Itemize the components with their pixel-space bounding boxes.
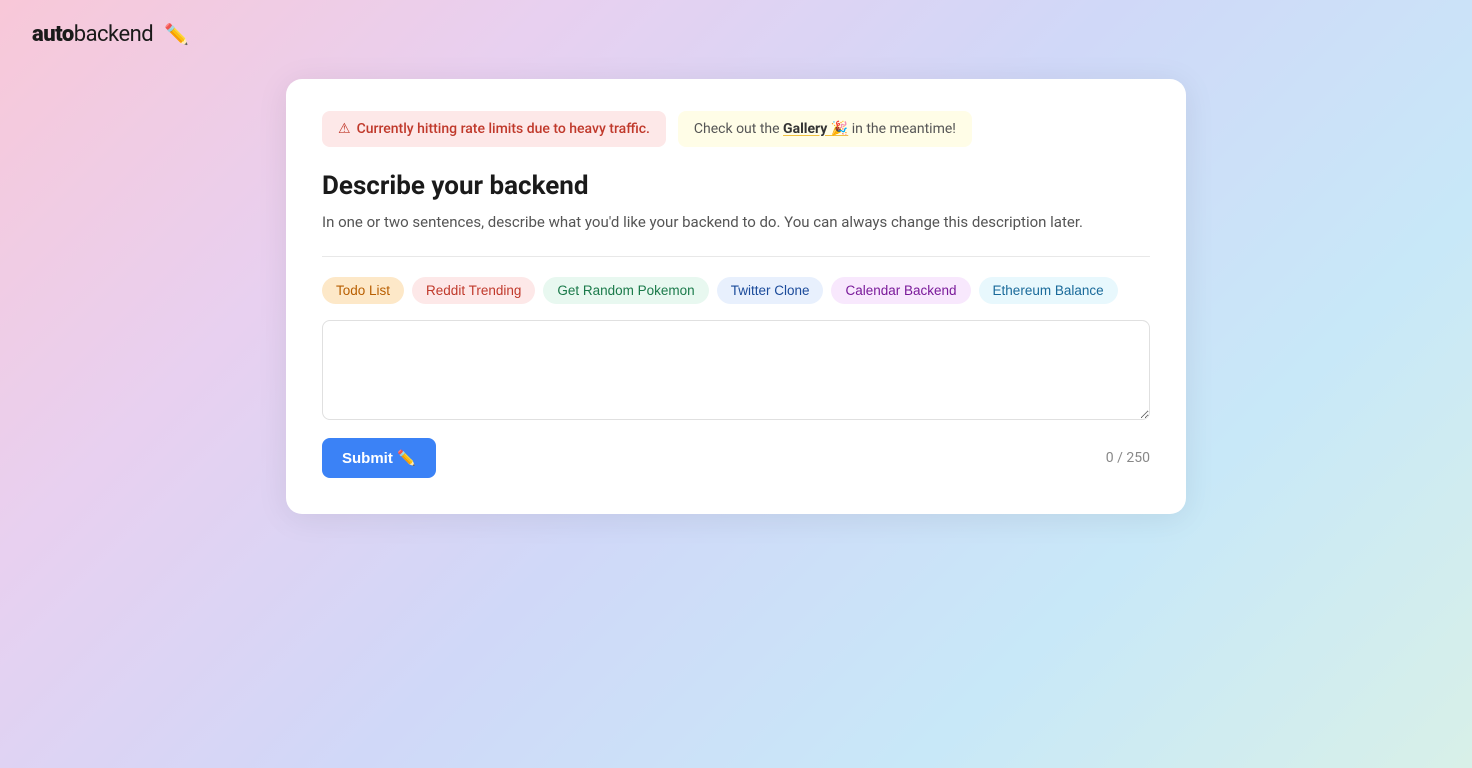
gallery-prefix: Check out the (694, 121, 780, 137)
gallery-alert: Check out the Gallery 🎉 in the meantime! (678, 111, 972, 147)
section-subtitle: In one or two sentences, describe what y… (322, 211, 1150, 234)
alert-row: ⚠ Currently hitting rate limits due to h… (322, 111, 1150, 147)
pill-ethereum[interactable]: Ethereum Balance (979, 277, 1118, 304)
gallery-link[interactable]: Gallery 🎉 (783, 121, 848, 137)
rate-limit-alert: ⚠ Currently hitting rate limits due to h… (322, 111, 666, 147)
main-container: ⚠ Currently hitting rate limits due to h… (0, 69, 1472, 514)
pill-pokemon[interactable]: Get Random Pokemon (543, 277, 708, 304)
section-title: Describe your backend (322, 171, 1150, 201)
pill-twitter[interactable]: Twitter Clone (717, 277, 824, 304)
logo: autobackend ✏️ (32, 22, 189, 47)
submit-button[interactable]: Submit ✏️ (322, 438, 436, 478)
pill-calendar[interactable]: Calendar Backend (831, 277, 970, 304)
suggestion-pills: Todo List Reddit Trending Get Random Pok… (322, 277, 1150, 304)
char-count: 0 / 250 (1106, 450, 1150, 466)
warning-icon: ⚠ (338, 121, 351, 137)
header: autobackend ✏️ (0, 0, 221, 69)
gallery-suffix: in the meantime! (852, 121, 956, 137)
logo-backend: backend (74, 22, 154, 47)
card: ⚠ Currently hitting rate limits due to h… (286, 79, 1186, 514)
pill-reddit[interactable]: Reddit Trending (412, 277, 535, 304)
logo-auto: auto (32, 22, 74, 47)
footer-row: Submit ✏️ 0 / 250 (322, 438, 1150, 478)
divider (322, 256, 1150, 257)
pill-todo[interactable]: Todo List (322, 277, 404, 304)
description-textarea[interactable] (322, 320, 1150, 420)
logo-pencil-icon: ✏️ (164, 22, 188, 46)
rate-limit-text: Currently hitting rate limits due to hea… (357, 121, 650, 137)
